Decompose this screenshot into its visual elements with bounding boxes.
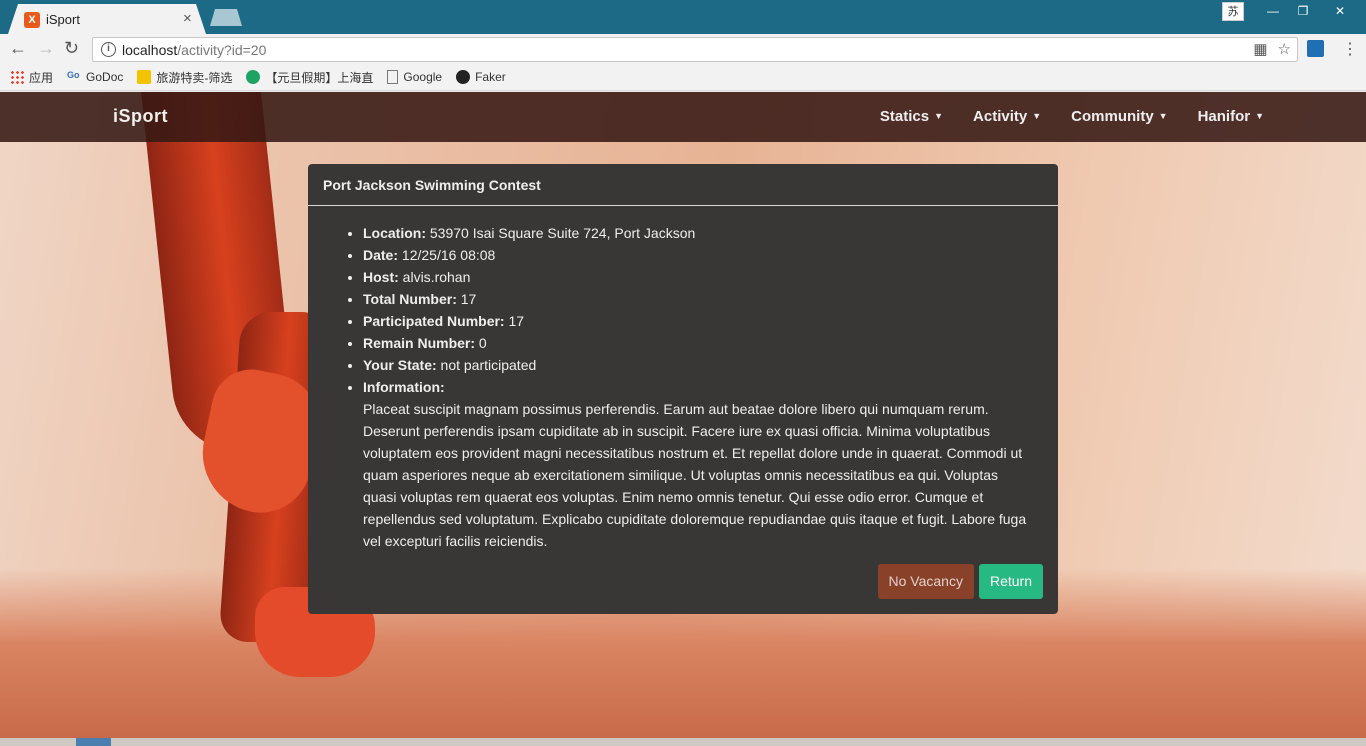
return-button[interactable]: Return [978, 564, 1043, 599]
nav-item-statics[interactable]: Statics ▼ [880, 108, 943, 125]
bookmark-label: 应用 [29, 70, 54, 85]
travel-icon [137, 70, 152, 84]
bookmark-label: GoDoc [86, 70, 124, 84]
url-host: localhost [122, 42, 178, 58]
detail-label: Location: [363, 225, 426, 241]
detail-total-number: Total Number: 17 [363, 288, 1033, 310]
bookmark-item[interactable]: 应用 [10, 69, 53, 86]
page-icon [387, 70, 399, 84]
green-circle-icon [246, 70, 261, 84]
os-taskbar [0, 738, 1366, 746]
browser-toolbar: ← → ↻ i localhost/activity?id=20 ▦ ☆ ⋮ [0, 34, 1366, 64]
panel-title: Port Jackson Swimming Contest [308, 164, 1058, 206]
apps-grid-icon [10, 70, 24, 84]
caret-down-icon: ▼ [1158, 111, 1168, 121]
browser-titlebar: X iSport × 苏 — ❐ ✕ [0, 0, 1366, 34]
xampp-favicon-icon: X [24, 12, 40, 28]
caret-down-icon: ▼ [1032, 111, 1042, 121]
detail-host: Host: alvis.rohan [363, 266, 1033, 288]
information-text: Placeat suscipit magnam possimus perfere… [363, 401, 1027, 549]
url-text: localhost/activity?id=20 [122, 42, 266, 58]
nav-label: Hanifor [1197, 108, 1251, 125]
detail-value: 17 [508, 313, 525, 329]
detail-label: Participated Number: [363, 313, 505, 329]
detail-participated-number: Participated Number: 17 [363, 310, 1033, 332]
address-bar[interactable]: i localhost/activity?id=20 ▦ ☆ [92, 37, 1298, 62]
activity-panel: Port Jackson Swimming Contest Location: … [308, 164, 1058, 614]
bookmark-label: Google [403, 70, 443, 84]
godoc-icon: Go [67, 70, 80, 80]
nav-item-user[interactable]: Hanifor ▼ [1198, 108, 1264, 125]
detail-location: Location: 53970 Isai Square Suite 724, P… [363, 222, 1033, 244]
nav-label: Community [1071, 108, 1154, 125]
nav-label: Statics [879, 108, 930, 125]
site-navbar: iSport Statics ▼ Activity ▼ Community ▼ Han… [0, 92, 1366, 142]
detail-label: Remain Number: [363, 335, 476, 351]
reload-icon[interactable]: ↻ [64, 38, 79, 59]
bookmark-label: Faker [475, 70, 506, 84]
nav-menu: Statics ▼ Activity ▼ Community ▼ Hanifor ▼ [880, 108, 1264, 125]
bookmarks-bar: 应用 Go GoDoc 旅游特卖-筛选 【元旦假期】上海直 Google Fake… [0, 64, 1366, 91]
browser-menu-icon[interactable]: ⋮ [1342, 39, 1358, 59]
brand-logo[interactable]: iSport [113, 106, 168, 127]
detail-value: not participated [440, 357, 537, 373]
detail-value: alvis.rohan [402, 269, 471, 285]
detail-value: 53970 Isai Square Suite 724, Port Jackso… [429, 225, 696, 241]
nav-item-community[interactable]: Community ▼ [1071, 108, 1167, 125]
detail-value: 0 [478, 335, 487, 351]
page-content: iSport Statics ▼ Activity ▼ Community ▼ Han… [0, 92, 1366, 738]
detail-label: Information: [363, 379, 445, 395]
detail-your-state: Your State: not participated [363, 354, 1033, 376]
bookmark-item[interactable]: Google [387, 70, 442, 84]
back-arrow-icon[interactable]: ← [9, 38, 27, 59]
bookmark-item[interactable]: 旅游特卖-筛选 [137, 69, 232, 86]
github-icon [456, 70, 471, 84]
window-close-icon[interactable]: ✕ [1318, 2, 1362, 21]
omnibox-actions: ▦ ☆ [1253, 40, 1291, 58]
bookmark-star-icon[interactable]: ☆ [1278, 40, 1291, 58]
nav-item-activity[interactable]: Activity ▼ [973, 108, 1041, 125]
detail-remain-number: Remain Number: 0 [363, 332, 1033, 354]
minimize-icon[interactable]: — [1258, 2, 1288, 21]
bookmark-label: 旅游特卖-筛选 [156, 70, 233, 85]
detail-information: Information: Placeat suscipit magnam pos… [363, 376, 1033, 552]
bookmark-item[interactable]: Faker [456, 70, 506, 84]
detail-date: Date: 12/25/16 08:08 [363, 244, 1033, 266]
taskbar-item[interactable] [76, 738, 111, 746]
detail-label: Date: [363, 247, 399, 263]
tab-close-icon[interactable]: × [183, 10, 192, 27]
forward-arrow-icon[interactable]: → [37, 38, 55, 59]
new-tab-button[interactable] [210, 9, 242, 26]
info-icon[interactable]: i [101, 42, 116, 57]
restore-icon[interactable]: ❐ [1288, 2, 1318, 21]
browser-tab[interactable]: X iSport × [8, 4, 206, 34]
caret-down-icon: ▼ [934, 111, 944, 121]
caret-down-icon: ▼ [1255, 111, 1264, 121]
panel-actions: No Vacancy Return [877, 564, 1043, 599]
extension-icon[interactable] [1307, 40, 1324, 57]
no-vacancy-button[interactable]: No Vacancy [877, 564, 974, 599]
url-path: /activity?id=20 [177, 42, 267, 58]
bookmark-item[interactable]: 【元旦假期】上海直 [246, 69, 373, 86]
translate-icon[interactable]: ▦ [1253, 40, 1267, 58]
detail-label: Total Number: [363, 291, 457, 307]
activity-details-list: Location: 53970 Isai Square Suite 724, P… [308, 206, 1058, 552]
window-controls: 苏 — ❐ ✕ [1222, 2, 1362, 22]
bookmark-item[interactable]: Go GoDoc [67, 70, 123, 84]
nav-label: Activity [973, 108, 1028, 125]
bookmark-label: 【元旦假期】上海直 [265, 70, 374, 85]
detail-label: Your State: [363, 357, 437, 373]
detail-value: 12/25/16 08:08 [401, 247, 496, 263]
tab-title: iSport [46, 12, 80, 27]
detail-value: 17 [460, 291, 477, 307]
ime-indicator[interactable]: 苏 [1222, 2, 1244, 21]
detail-label: Host: [363, 269, 399, 285]
